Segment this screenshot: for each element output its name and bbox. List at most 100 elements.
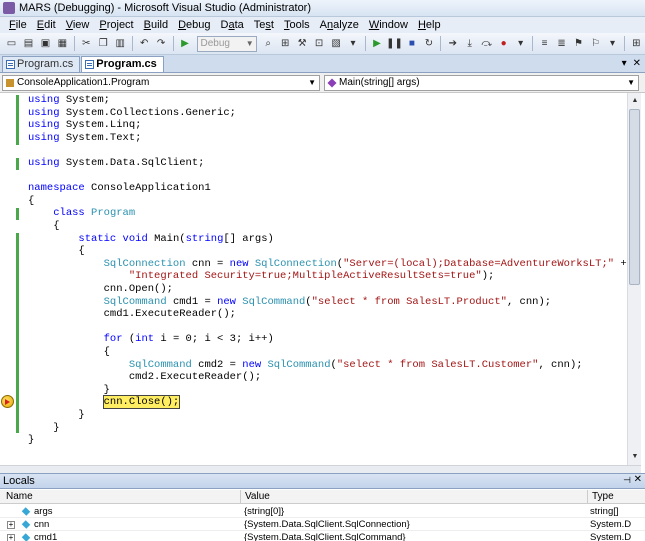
code-line[interactable]: cnn.Close(); (28, 395, 181, 410)
code-line[interactable]: SqlCommand cmd1 = new SqlCommand("select… (28, 296, 551, 309)
code-editor[interactable]: using System; using System.Collections.Ge… (0, 93, 627, 465)
scroll-thumb[interactable] (629, 109, 640, 285)
code-line[interactable]: using System.Collections.Generic; (28, 107, 236, 120)
undo-icon[interactable]: ↶ (137, 36, 152, 52)
active-files-icon[interactable]: ▾ (622, 58, 627, 69)
code-line[interactable]: } (28, 434, 34, 447)
locals-row[interactable]: + cnn {System.Data.SqlClient.SqlConnection… (0, 518, 645, 531)
code-line[interactable]: for (int i = 0; i < 3; i++) (28, 333, 274, 346)
save-icon[interactable]: ▣ (38, 36, 53, 52)
continue-icon[interactable]: ▶ (369, 36, 384, 52)
copy-icon[interactable]: ❐ (96, 36, 111, 52)
code-line[interactable]: SqlCommand cmd2 = new SqlCommand("select… (28, 359, 583, 372)
menu-item-window[interactable]: Window (364, 17, 413, 33)
break-all-icon[interactable]: ❚❚ (386, 36, 403, 52)
code-line[interactable]: SqlConnection cnn = new SqlConnection("S… (28, 258, 627, 271)
horizontal-scrollbar[interactable] (0, 465, 641, 473)
code-line[interactable]: namespace ConsoleApplication1 (28, 182, 211, 195)
close-icon[interactable]: ✕ (633, 58, 641, 69)
redo-icon[interactable]: ↷ (154, 36, 169, 52)
keyword-token: using (28, 131, 60, 144)
class-view-icon[interactable]: ▧ (329, 36, 344, 52)
code-line[interactable]: using System; (28, 94, 110, 107)
toolbar-options-icon[interactable]: ▾ (346, 36, 361, 52)
next-bookmark-icon[interactable]: ⚐ (588, 36, 603, 52)
locals-row[interactable]: args {string[0]} string[] (0, 505, 645, 518)
start-debugging-icon[interactable]: ▶ (178, 36, 193, 52)
code-line[interactable]: static void Main(string[] args) (28, 233, 273, 246)
menu-item-data[interactable]: Data (216, 17, 249, 33)
navigation-bar: ConsoleApplication1.Program ▼ Main(strin… (0, 73, 645, 93)
members-combo[interactable]: Main(string[] args) ▼ (324, 75, 639, 91)
types-combo[interactable]: ConsoleApplication1.Program ▼ (2, 75, 320, 91)
menu-item-build[interactable]: Build (139, 17, 173, 33)
code-line[interactable]: using System.Linq; (28, 119, 141, 132)
code-line[interactable]: "Integrated Security=true;MultipleActive… (28, 270, 494, 283)
menu-item-file[interactable]: File (4, 17, 32, 33)
code-line[interactable]: } (28, 409, 84, 422)
column-header-name[interactable]: Name (2, 490, 240, 504)
code-line[interactable]: cmd2.ExecuteReader(); (28, 371, 261, 384)
toolbar-options-icon[interactable]: ▾ (605, 36, 620, 52)
show-next-statement-icon[interactable]: ➔ (445, 36, 460, 52)
step-into-icon[interactable]: ⤓ (462, 36, 477, 52)
code-line[interactable]: } (28, 421, 60, 435)
code-line[interactable]: class Program (28, 207, 135, 220)
menu-item-help[interactable]: Help (413, 17, 446, 33)
code-line[interactable]: { (28, 195, 34, 208)
solution-configuration-combo[interactable]: Debug ▼ (196, 35, 257, 52)
restart-icon[interactable]: ↻ (421, 36, 436, 52)
menu-item-test[interactable]: Test (249, 17, 279, 33)
code-token: ConsoleApplication1 (84, 182, 211, 195)
uncomment-icon[interactable]: ≣ (554, 36, 569, 52)
save-all-icon[interactable]: ▦ (55, 36, 70, 52)
code-line[interactable]: cnn.Open(); (28, 283, 173, 296)
code-line[interactable]: using System.Text; (28, 132, 141, 145)
vertical-scrollbar[interactable]: ▲ ▼ (627, 93, 641, 465)
solution-explorer-icon[interactable]: ⊞ (278, 36, 293, 52)
scroll-down-icon[interactable]: ▼ (629, 451, 641, 463)
properties-icon[interactable]: ⚒ (295, 36, 310, 52)
auto-hide-pin-icon[interactable]: ⊣ (623, 475, 631, 486)
menu-item-debug[interactable]: Debug (173, 17, 215, 33)
code-line[interactable]: } (28, 384, 110, 397)
bookmark-icon[interactable]: ⚑ (571, 36, 586, 52)
menu-item-tools[interactable]: Tools (279, 17, 315, 33)
add-item-icon[interactable]: ▤ (21, 36, 36, 52)
code-line[interactable]: { (28, 220, 59, 233)
code-line[interactable]: { (28, 245, 84, 258)
close-icon[interactable]: ✕ (634, 474, 642, 485)
cut-icon[interactable]: ✂ (79, 36, 94, 52)
toolbox-icon[interactable]: ⊡ (312, 36, 327, 52)
locals-cell-name: cmd1 (34, 532, 58, 541)
code-token: } (28, 421, 60, 434)
step-over-icon[interactable]: ⤼ (479, 36, 494, 52)
comment-icon[interactable]: ≡ (537, 36, 552, 52)
menu-item-edit[interactable]: Edit (32, 17, 61, 33)
paste-icon[interactable]: ▥ (113, 36, 128, 52)
stop-debugging-icon[interactable]: ■ (404, 36, 419, 52)
new-project-icon[interactable]: ▭ (4, 36, 19, 52)
column-header-type[interactable]: Type (587, 490, 645, 504)
menu-item-analyze[interactable]: Analyze (315, 17, 364, 33)
toolbar-separator (73, 36, 75, 51)
column-header-value[interactable]: Value (240, 490, 587, 504)
tab-program-cs-1[interactable]: Program.cs (2, 56, 81, 72)
grid-icon[interactable]: ⊞ (629, 36, 644, 52)
indicator-margin[interactable] (0, 93, 14, 465)
expand-icon[interactable]: + (7, 521, 15, 529)
find-in-files-icon[interactable]: ⌕ (261, 36, 276, 52)
code-line[interactable]: cmd1.ExecuteReader(); (28, 308, 236, 321)
expand-icon[interactable]: + (7, 534, 15, 541)
toolbar-options-icon[interactable]: ▾ (513, 36, 528, 52)
menu-item-project[interactable]: Project (94, 17, 138, 33)
code-line[interactable]: using System.Data.SqlClient; (28, 157, 204, 170)
code-line[interactable]: { (28, 346, 110, 359)
breakpoints-icon[interactable]: ● (496, 36, 511, 52)
menu-item-view[interactable]: View (61, 17, 95, 33)
type-token: SqlCommand (103, 295, 167, 308)
tab-program-cs-2[interactable]: Program.cs (81, 56, 164, 72)
scroll-up-icon[interactable]: ▲ (629, 95, 641, 107)
locals-row[interactable]: + cmd1 {System.Data.SqlClient.SqlCommand} S… (0, 531, 645, 541)
